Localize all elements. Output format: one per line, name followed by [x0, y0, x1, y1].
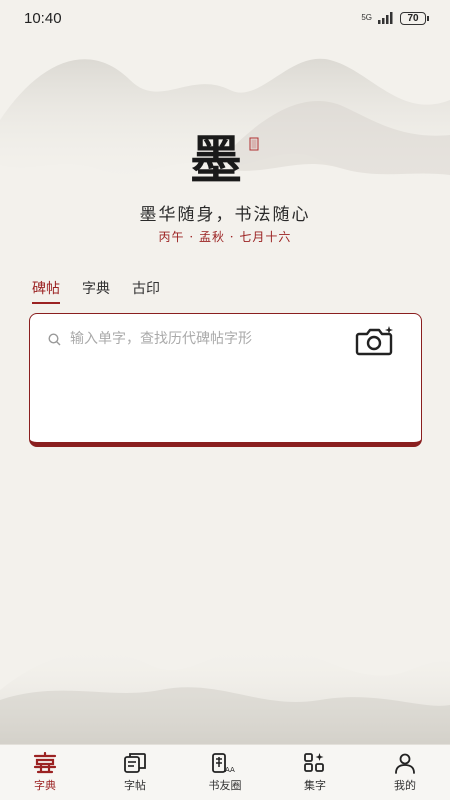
nav-label: 书友圈 — [208, 779, 242, 792]
app-logo: 墨 — [190, 128, 260, 191]
tab-dictionary[interactable]: 字典 — [82, 278, 110, 304]
signal-icon — [378, 12, 393, 24]
nav-collect-chars[interactable]: 集字 — [280, 752, 350, 793]
app-slogan: 墨华随身，书法随心 — [139, 205, 311, 225]
tab-ancient-seals[interactable]: 古印 — [132, 278, 160, 304]
lunar-date: 丙午 · 孟秋 · 七月十六 — [158, 230, 292, 244]
community-icon: AA — [212, 753, 235, 774]
battery-icon: 70 — [400, 11, 429, 25]
nav-copybook[interactable]: 字帖 — [100, 752, 170, 793]
search-card — [29, 313, 422, 447]
nav-label: 字帖 — [124, 779, 146, 792]
collect-chars-icon — [304, 753, 324, 772]
copybook-icon — [124, 753, 146, 773]
bottom-navigation: 字典 字帖 AA 书友圈 集字 我的 — [0, 744, 450, 800]
search-category-tabs: 碑帖 字典 古印 — [32, 278, 160, 304]
nav-label: 我的 — [394, 779, 416, 792]
profile-icon — [395, 753, 415, 774]
nav-label: 集字 — [304, 779, 326, 792]
nav-label: 字典 — [34, 779, 56, 792]
network-type: 5G — [361, 13, 372, 22]
nav-dictionary[interactable]: 字典 — [10, 752, 80, 793]
status-bar: 10:40 5G 70 — [0, 0, 450, 36]
logo-character: 墨 — [190, 130, 242, 190]
search-icon — [48, 333, 61, 346]
status-time: 10:40 — [24, 9, 62, 27]
camera-icon[interactable] — [355, 325, 395, 357]
tab-stele-rubbings[interactable]: 碑帖 — [32, 278, 60, 304]
nav-community[interactable]: AA 书友圈 — [190, 752, 260, 793]
search-input[interactable] — [70, 328, 350, 350]
nav-profile[interactable]: 我的 — [370, 752, 440, 793]
status-icons: 5G 70 — [361, 11, 429, 25]
svg-text:AA: AA — [225, 766, 235, 774]
dictionary-icon — [33, 752, 57, 774]
